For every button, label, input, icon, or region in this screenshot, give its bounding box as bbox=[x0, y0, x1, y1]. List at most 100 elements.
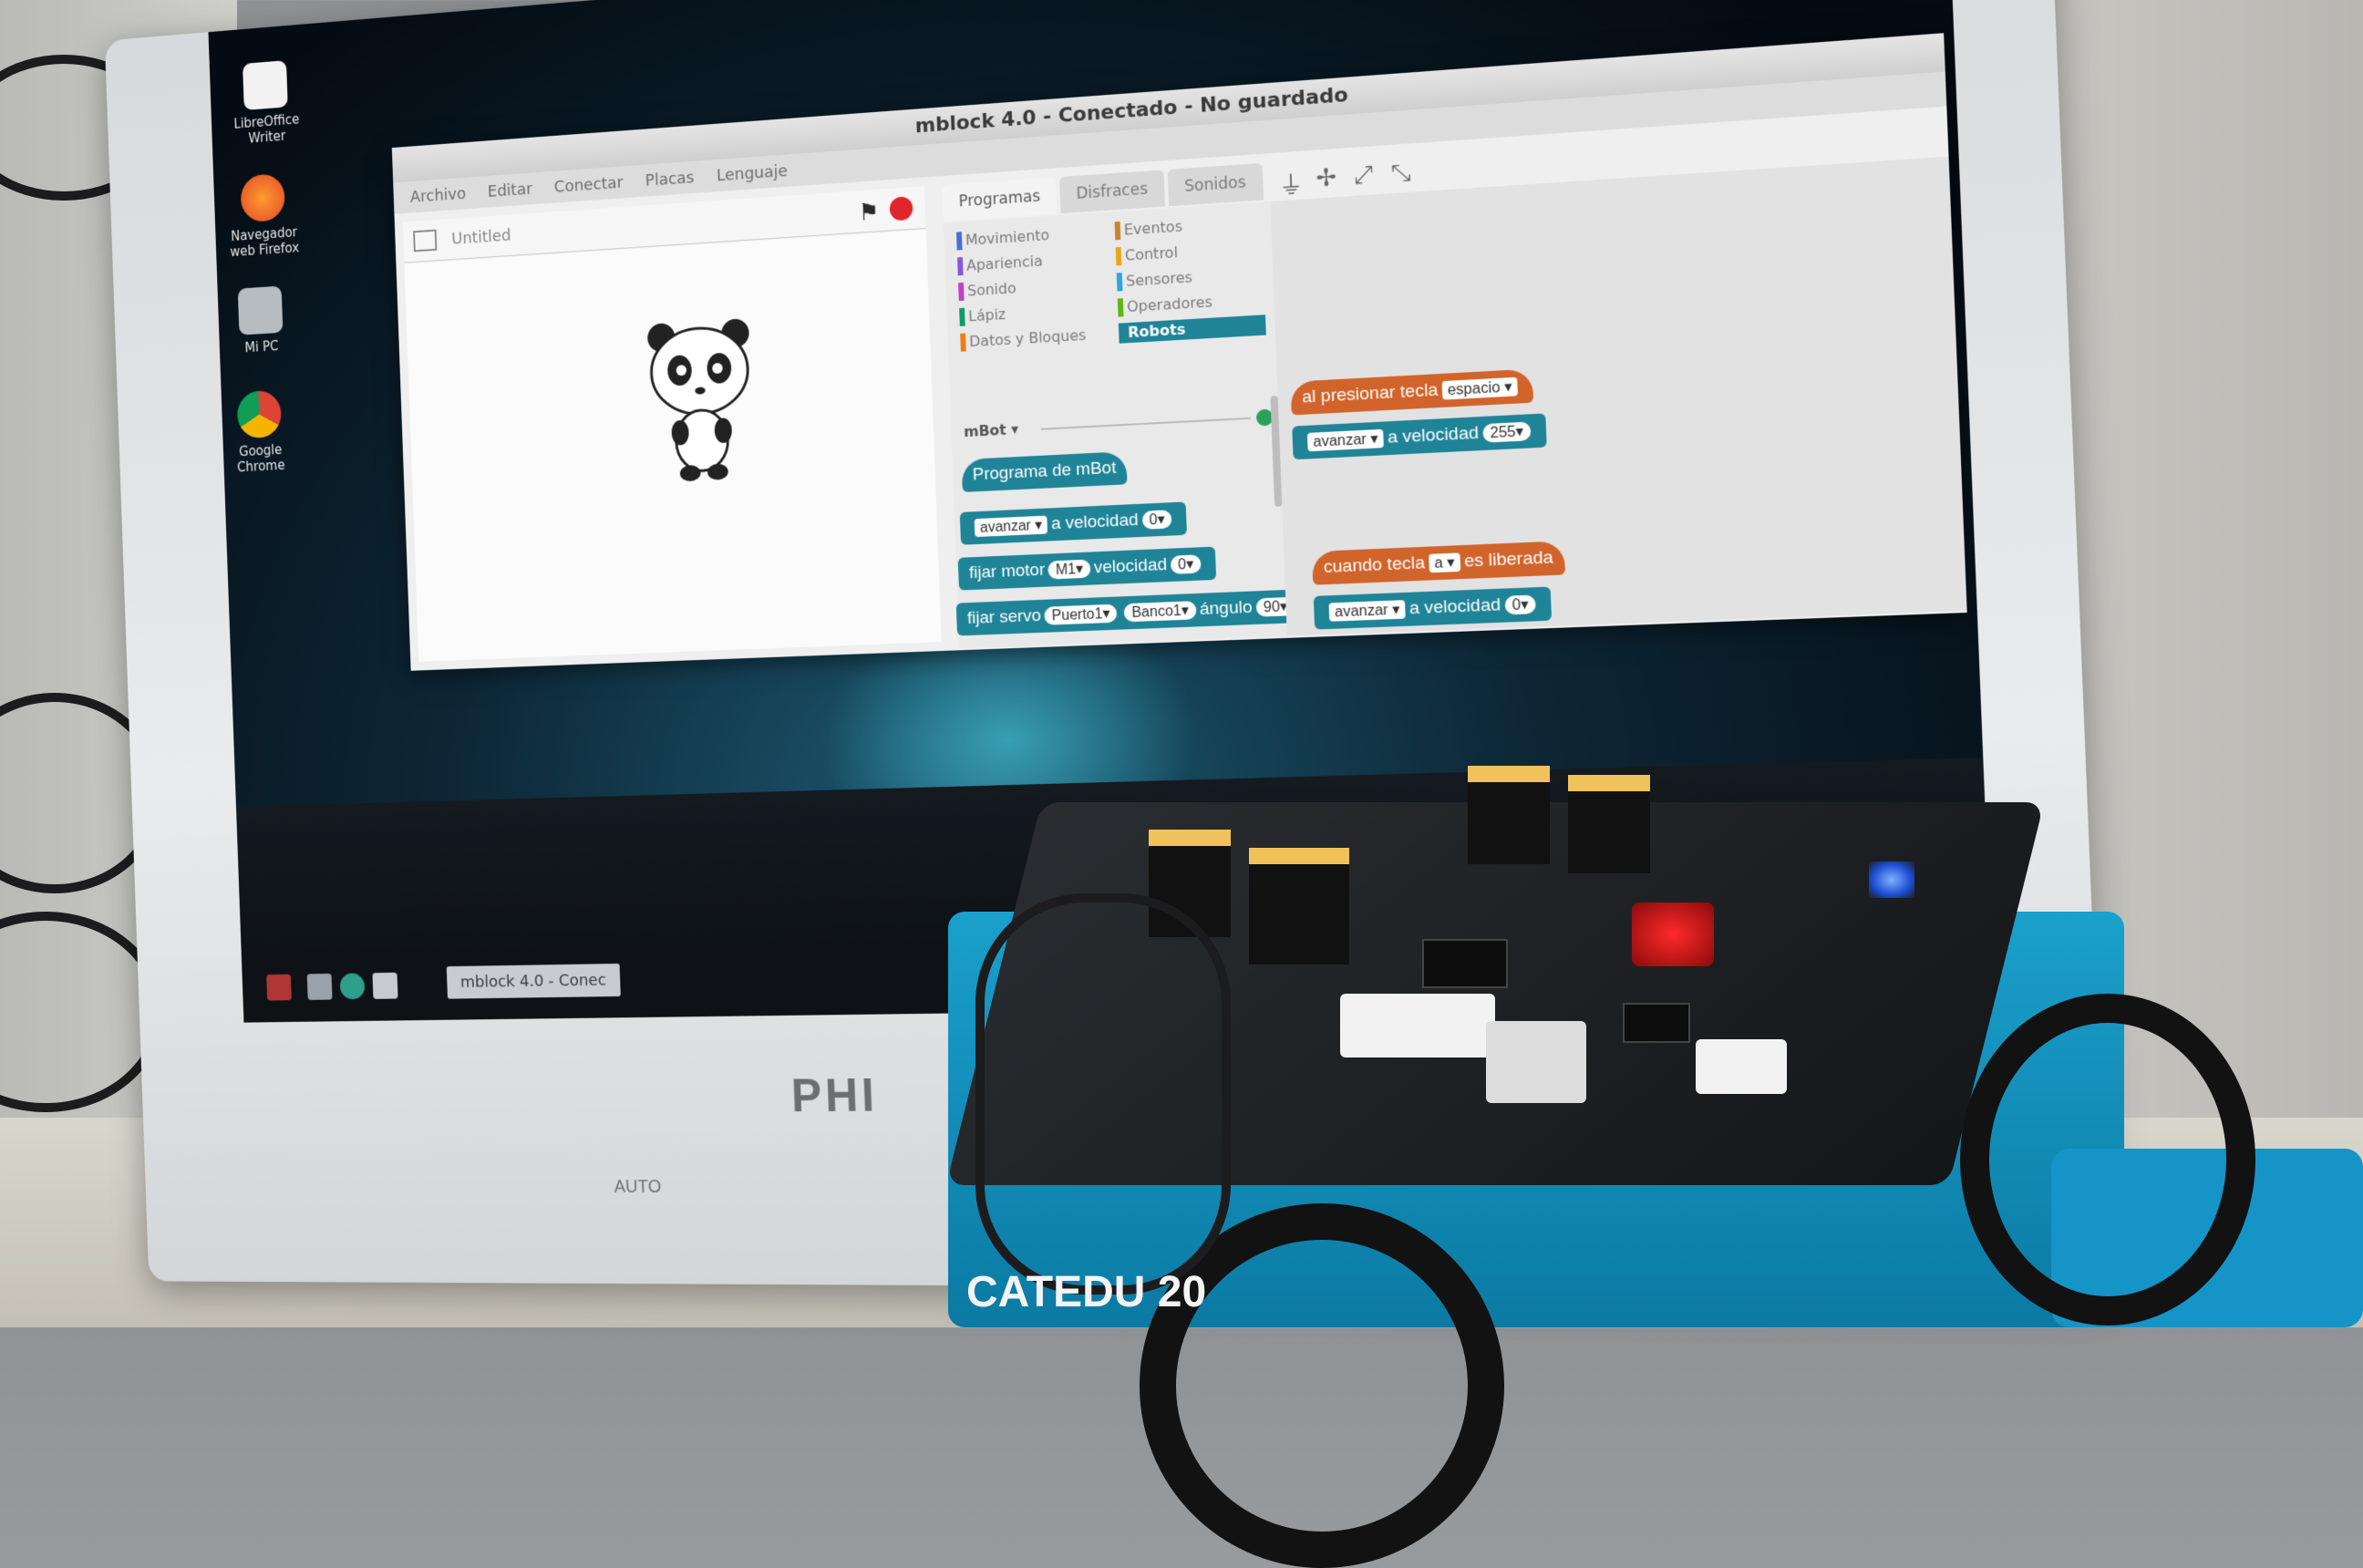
dropdown-value: Puerto1 bbox=[1051, 606, 1103, 624]
number-input[interactable]: 0▾ bbox=[1170, 554, 1202, 574]
category-label: Apariencia bbox=[965, 252, 1043, 274]
block-when-key-released[interactable]: cuando tecla a ▾ es liberada bbox=[1311, 541, 1566, 585]
desktop-icon-label: Mi PC bbox=[244, 337, 279, 356]
shrink-icon[interactable]: ⤡ bbox=[1390, 159, 1411, 189]
input-value: 0 bbox=[1177, 557, 1187, 573]
block-set-motor[interactable]: fijar motor M1▾ velocidad 0▾ bbox=[957, 546, 1217, 591]
block-text: a velocidad bbox=[1409, 594, 1501, 619]
category-control[interactable]: Control bbox=[1115, 242, 1179, 266]
tab-sonidos[interactable]: Sonidos bbox=[1167, 162, 1264, 207]
stop-icon[interactable] bbox=[889, 196, 913, 222]
connector bbox=[1340, 994, 1495, 1057]
palette-section-header[interactable]: mBot ▾ bbox=[964, 420, 1019, 440]
block-text: al presionar tecla bbox=[1301, 380, 1439, 407]
menu-icon[interactable] bbox=[266, 974, 292, 1001]
dropdown[interactable]: avanzar ▾ bbox=[1306, 428, 1385, 452]
dropdown[interactable]: Puerto1▾ bbox=[1044, 603, 1118, 625]
windows-icon[interactable] bbox=[372, 972, 398, 999]
menu-placas[interactable]: Placas bbox=[645, 168, 694, 190]
robot-plate-text: CATEDU 20 bbox=[966, 1268, 1207, 1316]
search-icon[interactable] bbox=[339, 973, 366, 1000]
divider bbox=[1040, 417, 1252, 430]
category-label: Sonido bbox=[966, 279, 1016, 300]
move-icon[interactable]: ✢ bbox=[1316, 163, 1337, 192]
category-label: Eventos bbox=[1123, 217, 1183, 239]
category-label: Robots bbox=[1127, 320, 1186, 342]
block-text: ángulo bbox=[1199, 597, 1254, 620]
dropdown-value: a bbox=[1434, 555, 1444, 573]
tab-disfraces[interactable]: Disfraces bbox=[1058, 170, 1165, 214]
dropdown-value: avanzar bbox=[979, 518, 1032, 536]
category-sonido[interactable]: Sonido bbox=[958, 278, 1016, 302]
taskbar-item-mblock[interactable]: mblock 4.0 - Conec bbox=[446, 963, 621, 999]
menu-conectar[interactable]: Conectar bbox=[553, 173, 623, 197]
category-label: Lápiz bbox=[967, 304, 1006, 325]
panda-sprite[interactable] bbox=[642, 313, 759, 488]
category-sensores[interactable]: Sensores bbox=[1116, 267, 1193, 292]
block-move[interactable]: avanzar ▾ a velocidad 0▾ bbox=[1313, 586, 1553, 630]
chip bbox=[1422, 939, 1508, 988]
category-label: Datos y Bloques bbox=[968, 325, 1087, 351]
files-icon[interactable] bbox=[306, 973, 333, 1000]
block-text: a velocidad bbox=[1387, 423, 1480, 448]
dropdown[interactable]: M1▾ bbox=[1047, 559, 1091, 580]
stamp-icon[interactable]: ⏚ bbox=[1278, 166, 1304, 201]
rj-port bbox=[1568, 775, 1650, 873]
dropdown-value: avanzar bbox=[1334, 602, 1389, 621]
category-datos[interactable]: Datos y Bloques bbox=[960, 325, 1087, 353]
category-movimiento[interactable]: Movimiento bbox=[955, 225, 1050, 252]
connector bbox=[1696, 1039, 1787, 1094]
dropdown[interactable]: avanzar ▾ bbox=[974, 515, 1048, 538]
stage[interactable] bbox=[404, 229, 942, 662]
dropdown-value: Banco1 bbox=[1131, 603, 1182, 622]
desktop-icon-label: Google Chrome bbox=[236, 441, 285, 476]
document-icon bbox=[242, 60, 288, 111]
firefox-icon bbox=[240, 172, 286, 223]
block-text: es liberada bbox=[1463, 547, 1554, 572]
robot-cable bbox=[975, 893, 1231, 1295]
grow-icon[interactable]: ⤢ bbox=[1353, 161, 1374, 191]
tab-programas[interactable]: Programas bbox=[942, 177, 1058, 222]
green-flag-icon[interactable]: ⚑ bbox=[858, 199, 880, 227]
dropdown[interactable]: Banco1▾ bbox=[1124, 601, 1197, 623]
number-input[interactable]: 255▾ bbox=[1481, 421, 1532, 443]
category-robots[interactable]: Robots bbox=[1118, 315, 1266, 344]
script-area[interactable]: al presionar tecla espacio ▾ avanzar ▾ a v… bbox=[1270, 156, 1967, 636]
number-input[interactable]: 0▾ bbox=[1141, 510, 1173, 530]
block-when-key-pressed[interactable]: al presionar tecla espacio ▾ bbox=[1290, 368, 1534, 416]
desktop-icon-writer[interactable]: LibreOffice Writer bbox=[216, 58, 316, 149]
number-input[interactable]: 0▾ bbox=[1503, 594, 1537, 615]
category-label: Control bbox=[1124, 243, 1179, 264]
desktop-icon-chrome[interactable]: Google Chrome bbox=[210, 388, 310, 477]
fullscreen-icon[interactable] bbox=[413, 229, 438, 253]
switch bbox=[1486, 1021, 1586, 1103]
dropdown[interactable]: avanzar ▾ bbox=[1328, 600, 1407, 622]
block-text: cuando tecla bbox=[1323, 552, 1426, 578]
menu-archivo[interactable]: Archivo bbox=[410, 184, 467, 206]
dropdown-value: M1 bbox=[1055, 562, 1077, 579]
dropdown[interactable]: espacio ▾ bbox=[1441, 377, 1519, 400]
dropdown[interactable]: a ▾ bbox=[1428, 552, 1461, 573]
palette-header-label: mBot bbox=[963, 420, 1007, 441]
desktop-icon-firefox[interactable]: Navegador web Firefox bbox=[213, 171, 314, 261]
input-value: 90 bbox=[1263, 599, 1281, 616]
menu-lenguaje[interactable]: Lenguaje bbox=[717, 161, 789, 185]
menu-editar[interactable]: Editar bbox=[488, 180, 533, 201]
project-title: Untitled bbox=[450, 225, 511, 249]
category-lapiz[interactable]: Lápiz bbox=[959, 304, 1006, 327]
dropdown-value: espacio bbox=[1447, 379, 1501, 399]
input-value: 0 bbox=[1512, 597, 1522, 614]
robot-wheel bbox=[1960, 994, 2255, 1326]
block-set-servo[interactable]: fijar servo Puerto1▾ Banco1▾ ángulo 90▾ bbox=[955, 588, 1311, 636]
block-program-mbot[interactable]: Programa de mBot bbox=[961, 451, 1129, 492]
dropdown-value: avanzar bbox=[1313, 431, 1367, 450]
category-operadores[interactable]: Operadores bbox=[1117, 292, 1213, 317]
blue-led bbox=[1869, 861, 1914, 898]
block-move[interactable]: avanzar ▾ a velocidad 255▾ bbox=[1292, 413, 1548, 460]
category-eventos[interactable]: Eventos bbox=[1114, 216, 1183, 241]
category-label: Operadores bbox=[1126, 293, 1213, 316]
block-move[interactable]: avanzar ▾ a velocidad 0▾ bbox=[959, 501, 1188, 545]
category-apariencia[interactable]: Apariencia bbox=[957, 251, 1043, 276]
desktop-icon-label: Navegador web Firefox bbox=[230, 223, 300, 260]
desktop-icon-mypc[interactable]: Mi PC bbox=[212, 284, 311, 357]
